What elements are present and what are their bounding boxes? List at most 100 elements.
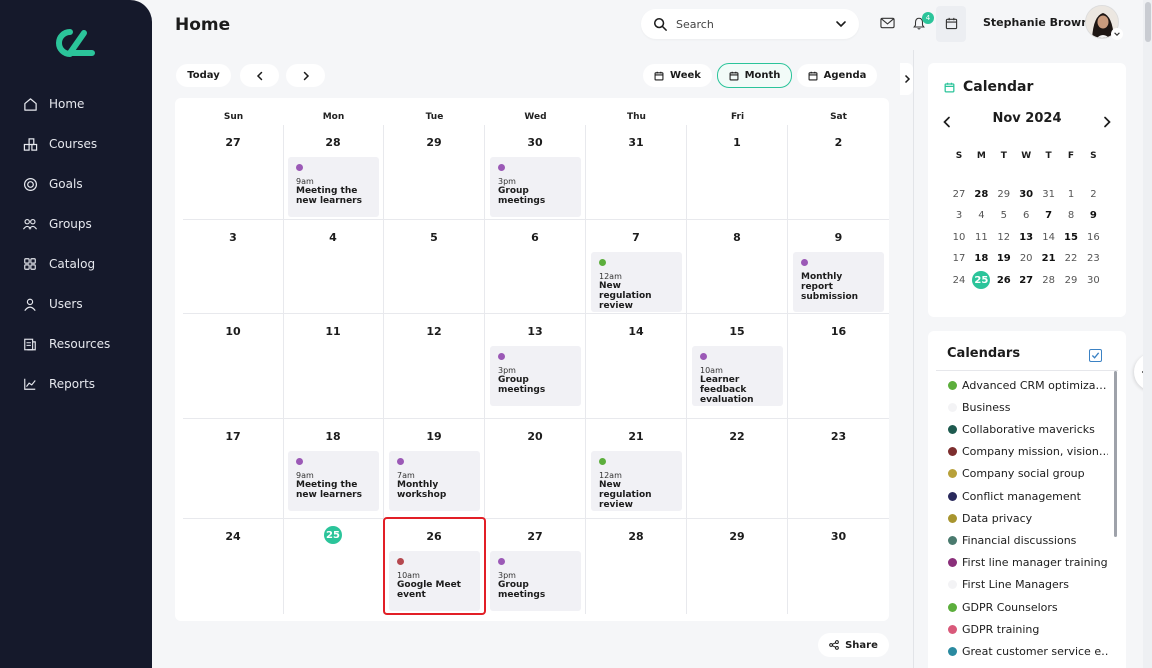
- page-scrollbar-thumb[interactable]: [1145, 2, 1151, 42]
- collapse-panel-button[interactable]: [900, 63, 913, 95]
- calendar-event[interactable]: 12am New regulation review: [591, 252, 682, 312]
- mini-day[interactable]: 30: [1082, 271, 1104, 289]
- mini-day[interactable]: 20: [1015, 250, 1037, 268]
- sidebar-item-reports[interactable]: Reports: [0, 364, 152, 404]
- mini-day[interactable]: 29: [993, 185, 1015, 203]
- mini-day[interactable]: 1: [1060, 185, 1082, 203]
- calendar-event[interactable]: 3pm Group meetings: [490, 157, 581, 217]
- mini-next-button[interactable]: [1100, 115, 1114, 129]
- day-cell[interactable]: 14: [586, 314, 687, 419]
- calendar-event[interactable]: 9am Meeting the new learners: [288, 451, 379, 511]
- mini-day[interactable]: 13: [1015, 228, 1037, 246]
- mini-day[interactable]: 18: [970, 250, 992, 268]
- mini-day[interactable]: 9: [1082, 207, 1104, 225]
- view-week-button[interactable]: Week: [643, 64, 712, 87]
- day-cell[interactable]: 29: [384, 125, 485, 220]
- mail-icon[interactable]: [878, 14, 896, 32]
- next-month-button[interactable]: [286, 64, 325, 87]
- day-cell[interactable]: 23: [788, 419, 889, 519]
- chevron-down-icon[interactable]: [1111, 28, 1123, 40]
- search-input[interactable]: [676, 17, 835, 31]
- mini-day[interactable]: 10: [948, 228, 970, 246]
- view-agenda-button[interactable]: Agenda: [797, 64, 877, 87]
- calendar-event[interactable]: 3pm Group meetings: [490, 551, 581, 611]
- sidebar-item-groups[interactable]: Groups: [0, 204, 152, 244]
- day-cell[interactable]: 1: [687, 125, 788, 220]
- calendar-event[interactable]: 3pm Group meetings: [490, 346, 581, 406]
- day-cell[interactable]: 24: [183, 519, 284, 614]
- calendar-event[interactable]: Monthly report submission: [793, 252, 884, 312]
- mini-day[interactable]: 22: [1060, 250, 1082, 268]
- page-scrollbar[interactable]: [1143, 0, 1152, 668]
- day-cell[interactable]: 30 3pm Group meetings: [485, 125, 586, 220]
- sidebar-item-resources[interactable]: Resources: [0, 324, 152, 364]
- sidebar-item-home[interactable]: Home: [0, 84, 152, 124]
- day-cell[interactable]: 29: [687, 519, 788, 614]
- day-cell[interactable]: 5: [384, 220, 485, 314]
- mini-day[interactable]: 8: [1060, 207, 1082, 225]
- share-button[interactable]: Share: [818, 633, 889, 657]
- mini-day[interactable]: 4: [970, 207, 992, 225]
- sidebar-item-courses[interactable]: Courses: [0, 124, 152, 164]
- mini-day[interactable]: 28: [970, 185, 992, 203]
- mini-day[interactable]: 5: [993, 207, 1015, 225]
- day-cell[interactable]: 9 Monthly report submission: [788, 220, 889, 314]
- mini-day[interactable]: 27: [948, 185, 970, 203]
- day-cell[interactable]: 7 12am New regulation review: [586, 220, 687, 314]
- mini-day[interactable]: 29: [1060, 271, 1082, 289]
- sidebar-item-users[interactable]: Users: [0, 284, 152, 324]
- calendar-list-item[interactable]: Company mission, vision…: [948, 444, 1108, 460]
- mini-day[interactable]: 6: [1015, 207, 1037, 225]
- view-month-button[interactable]: Month: [717, 63, 792, 88]
- search-bar[interactable]: [641, 9, 859, 39]
- mini-day[interactable]: 12: [993, 228, 1015, 246]
- mini-day[interactable]: 17: [948, 250, 970, 268]
- mini-day[interactable]: 26: [993, 271, 1015, 289]
- sidebar-item-goals[interactable]: Goals: [0, 164, 152, 204]
- calendar-list-item[interactable]: Advanced CRM optimiza…: [948, 377, 1108, 393]
- day-cell[interactable]: 17: [183, 419, 284, 519]
- brand-logo[interactable]: [54, 28, 96, 58]
- mini-day[interactable]: 27: [1015, 271, 1037, 289]
- mini-day[interactable]: 7: [1038, 207, 1060, 225]
- mini-day[interactable]: 11: [970, 228, 992, 246]
- day-cell[interactable]: 15 10am Learner feedback evaluation: [687, 314, 788, 419]
- calendar-event[interactable]: 10am Learner feedback evaluation: [692, 346, 783, 406]
- user-name[interactable]: Stephanie Brown: [983, 16, 1089, 29]
- mini-day[interactable]: 23: [1082, 250, 1104, 268]
- day-cell[interactable]: 8: [687, 220, 788, 314]
- mini-day[interactable]: 3: [948, 207, 970, 225]
- day-cell[interactable]: 20: [485, 419, 586, 519]
- mini-today[interactable]: 25: [970, 271, 992, 290]
- calendar-list-item[interactable]: First line manager training: [948, 555, 1108, 571]
- calendar-list-item[interactable]: First Line Managers: [948, 577, 1108, 593]
- calendars-scrollbar[interactable]: [1114, 371, 1117, 537]
- day-cell[interactable]: 11: [283, 314, 384, 419]
- mini-day[interactable]: 15: [1060, 228, 1082, 246]
- calendar-list-item[interactable]: Data privacy: [948, 510, 1108, 526]
- chevron-down-icon[interactable]: [835, 18, 847, 30]
- calendar-list-item[interactable]: Great customer service e…: [948, 643, 1108, 659]
- calendar-icon[interactable]: [942, 14, 960, 32]
- day-cell[interactable]: 4: [283, 220, 384, 314]
- day-cell[interactable]: 21 12am New regulation review: [586, 419, 687, 519]
- prev-month-button[interactable]: [240, 64, 279, 87]
- calendar-list-item[interactable]: Collaborative mavericks: [948, 421, 1108, 437]
- calendar-list-item[interactable]: GDPR training: [948, 621, 1108, 637]
- calendar-list-item[interactable]: GDPR Counselors: [948, 599, 1108, 615]
- day-cell[interactable]: 28: [586, 519, 687, 614]
- day-cell[interactable]: 18 9am Meeting the new learners: [283, 419, 384, 519]
- select-all-checkbox[interactable]: [1089, 349, 1102, 362]
- mini-day[interactable]: 16: [1082, 228, 1104, 246]
- calendar-list-item[interactable]: Conflict management: [948, 488, 1108, 504]
- day-cell[interactable]: 27: [183, 125, 284, 220]
- day-cell[interactable]: 31: [586, 125, 687, 220]
- mini-day[interactable]: 30: [1015, 185, 1037, 203]
- mini-day[interactable]: 2: [1082, 185, 1104, 203]
- calendar-list-item[interactable]: Business: [948, 399, 1108, 415]
- today-button[interactable]: Today: [176, 64, 231, 87]
- calendar-list-item[interactable]: Financial discussions: [948, 532, 1108, 548]
- day-cell[interactable]: 25: [283, 519, 384, 614]
- day-cell[interactable]: 3: [183, 220, 284, 314]
- mini-prev-button[interactable]: [940, 115, 954, 129]
